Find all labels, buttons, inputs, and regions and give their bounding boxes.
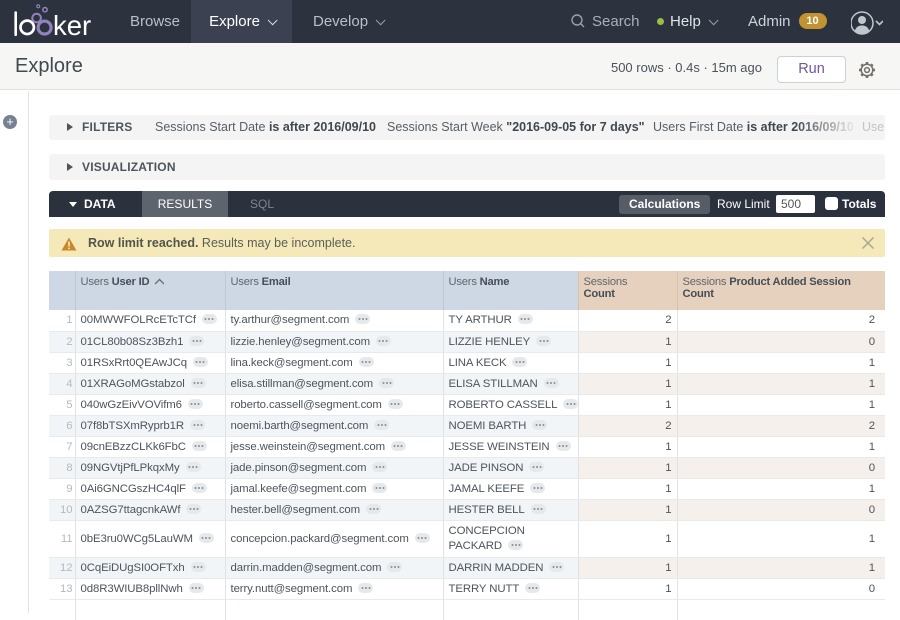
svg-text:ker: ker [53,10,91,41]
